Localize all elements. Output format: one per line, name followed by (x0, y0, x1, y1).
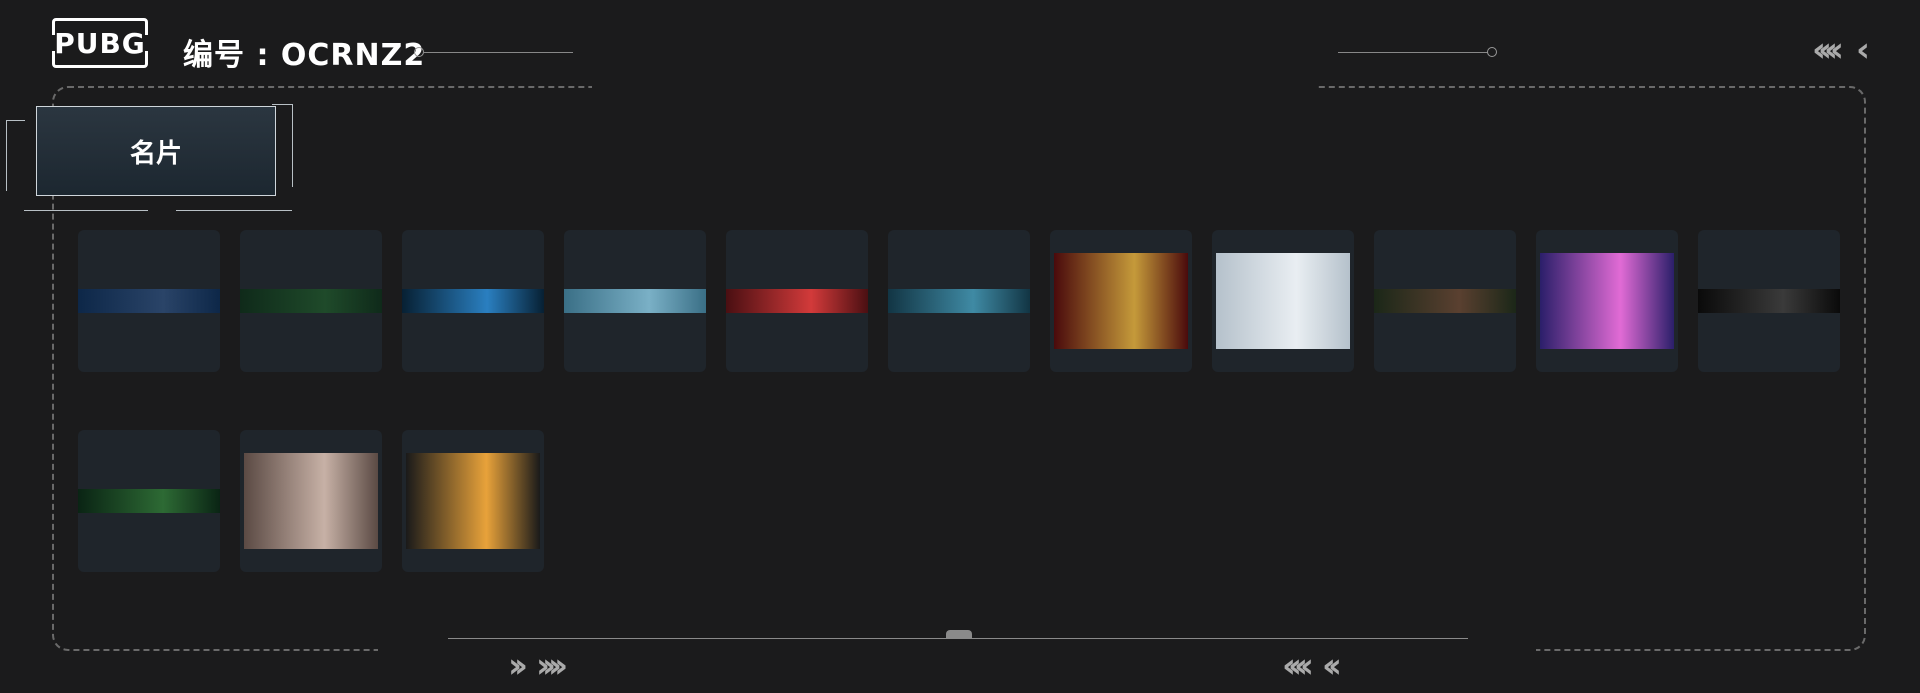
smoking-woman-card[interactable] (240, 430, 382, 572)
bottom-right-chevrons-icon: ‹‹‹‹ ‹‹ (1282, 646, 1342, 686)
moon-phases-art (78, 289, 220, 313)
jungle-eye-art (78, 489, 220, 513)
neon-speed-card[interactable] (1536, 230, 1678, 372)
bottom-divider-nub (946, 630, 972, 638)
smoking-woman-art (244, 453, 378, 549)
nameplate-grid (78, 230, 1840, 572)
red-dragon-card[interactable] (726, 230, 868, 372)
bullet-art (1054, 253, 1188, 349)
frame-top-gap (592, 80, 1318, 92)
header-line-dot-right (1487, 47, 1497, 57)
blue-beam-card[interactable] (402, 230, 544, 372)
title-corner-bl (24, 196, 148, 211)
shark-jaw-card[interactable] (1374, 230, 1516, 372)
section-title: 名片 (129, 138, 182, 169)
bullet-card[interactable] (1050, 230, 1192, 372)
title-corner-br (176, 196, 292, 211)
pubg-logo: PUBG (50, 18, 150, 68)
figure-skater-art (1216, 253, 1350, 349)
red-dragon-art (726, 289, 868, 313)
bottom-left-chevrons-icon: ›› ›››› (508, 646, 568, 686)
skull-helmet-card[interactable] (402, 430, 544, 572)
title-corner-tl (6, 120, 25, 191)
moon-phases-card[interactable] (78, 230, 220, 372)
mountain-landscape-card[interactable] (564, 230, 706, 372)
header-line-left (423, 52, 573, 53)
wolf-head-art (888, 289, 1030, 313)
green-camo-card[interactable] (240, 230, 382, 372)
logo-text: PUBG (54, 26, 146, 60)
neon-speed-art (1540, 253, 1674, 349)
jungle-eye-card[interactable] (78, 430, 220, 572)
dark-spikes-art (1698, 289, 1840, 313)
green-camo-art (240, 289, 382, 313)
skull-helmet-art (406, 453, 540, 549)
figure-skater-card[interactable] (1212, 230, 1354, 372)
blue-beam-art (402, 289, 544, 313)
top-right-chevrons-icon: ‹‹‹‹ ‹ (1812, 30, 1870, 70)
section-title-nameplate: 名片 (36, 106, 276, 196)
dark-spikes-card[interactable] (1698, 230, 1840, 372)
player-id: 编号 : OCRNZ2 (183, 38, 426, 73)
header-line-right (1338, 52, 1488, 53)
wolf-head-card[interactable] (888, 230, 1030, 372)
bottom-divider (448, 638, 1468, 639)
shark-jaw-art (1374, 289, 1516, 313)
mountain-landscape-art (564, 289, 706, 313)
